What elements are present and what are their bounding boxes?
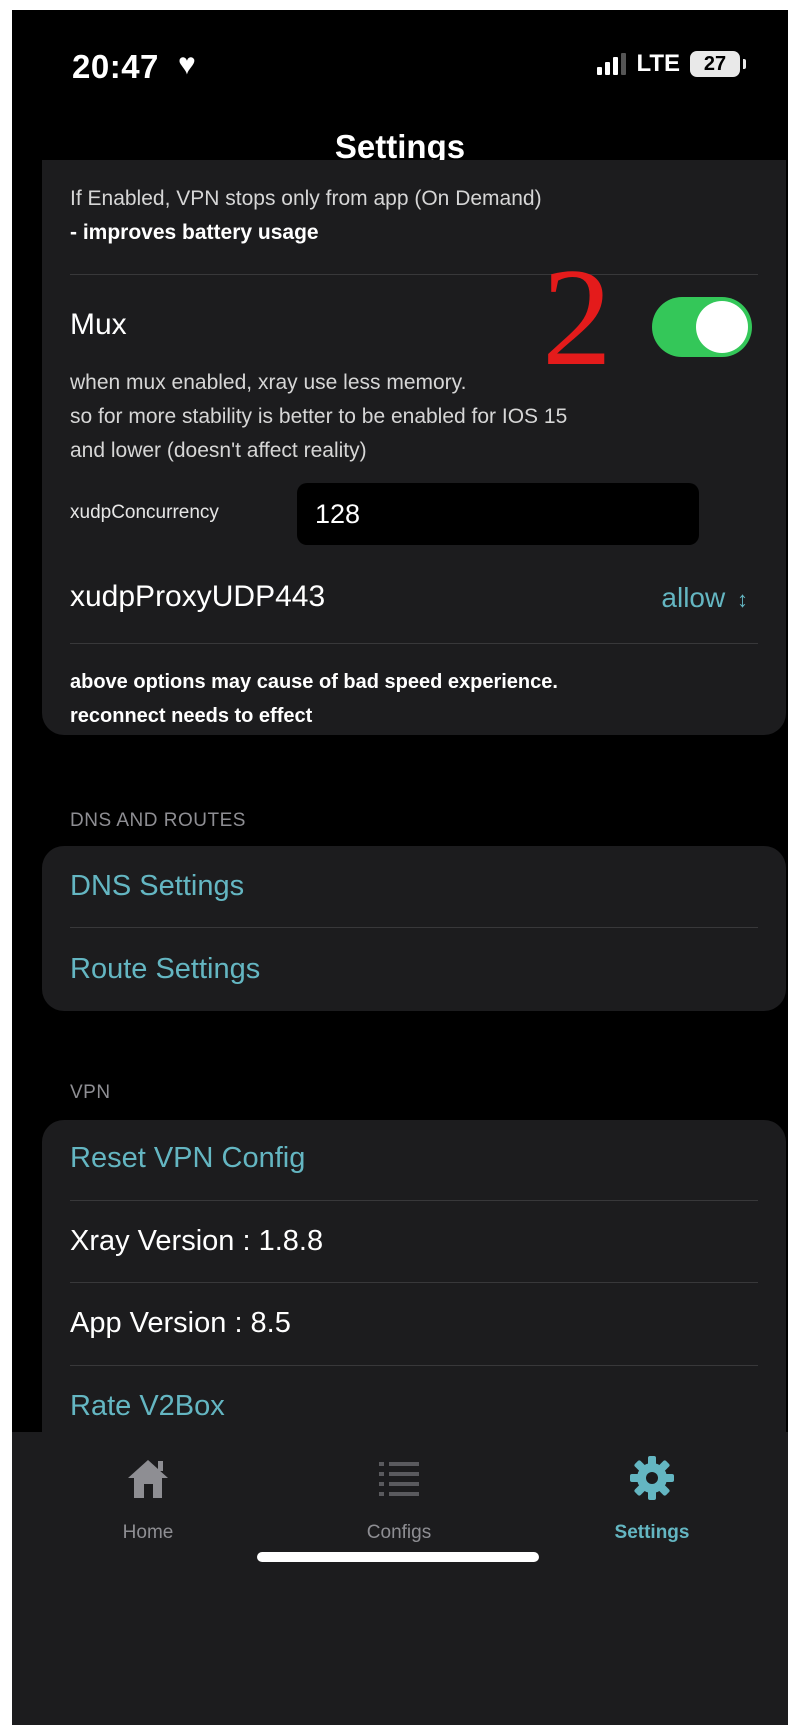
phone-screen: 20:47 ♥ LTE 27 Settings If Enabled, VPN … (12, 10, 788, 1725)
reset-vpn-config-button[interactable]: Reset VPN Config (70, 1142, 305, 1175)
home-icon (128, 1460, 168, 1498)
mux-description: when mux enabled, xray use less memory. … (70, 371, 568, 462)
home-indicator (257, 1552, 539, 1562)
network-type: LTE (636, 50, 680, 77)
rate-app-button[interactable]: Rate V2Box (70, 1390, 225, 1423)
xray-version: Xray Version : 1.8.8 (70, 1225, 324, 1257)
battery-level: 27 (703, 52, 727, 75)
tab-bar: Home Configs Settings (12, 1432, 788, 1725)
section-header-vpn: VPN (70, 1082, 111, 1103)
divider (70, 1200, 758, 1201)
xudp-proxy-select[interactable]: allow ↕ (661, 582, 748, 614)
dns-settings-link[interactable]: DNS Settings (70, 870, 244, 903)
battery-icon: 27 (690, 51, 746, 77)
divider (70, 1365, 758, 1366)
divider (70, 1282, 758, 1283)
list-icon (379, 1462, 419, 1496)
toggle-knob (696, 301, 748, 353)
mux-label: Mux (70, 308, 127, 341)
signal-icon (597, 53, 627, 75)
xudp-concurrency-label: xudpConcurrency (70, 502, 219, 523)
status-indicators: LTE 27 (597, 50, 746, 78)
xudp-proxy-label: xudpProxyUDP443 (70, 580, 326, 613)
xudp-concurrency-input[interactable]: 128 (297, 483, 699, 545)
warning-text: above options may cause of bad speed exp… (70, 671, 558, 727)
route-settings-link[interactable]: Route Settings (70, 953, 260, 986)
divider (70, 274, 758, 275)
heart-icon: ♥ (178, 48, 196, 81)
section-header-dns: DNS AND ROUTES (70, 810, 246, 831)
app-version: App Version : 8.5 (70, 1307, 291, 1339)
on-demand-description: If Enabled, VPN stops only from app (On … (70, 187, 542, 244)
status-time: 20:47 (72, 48, 159, 85)
mux-toggle[interactable] (652, 297, 752, 357)
gear-icon (630, 1456, 674, 1500)
divider (70, 643, 758, 644)
divider (70, 927, 758, 928)
chevron-updown-icon: ↕ (737, 587, 748, 612)
